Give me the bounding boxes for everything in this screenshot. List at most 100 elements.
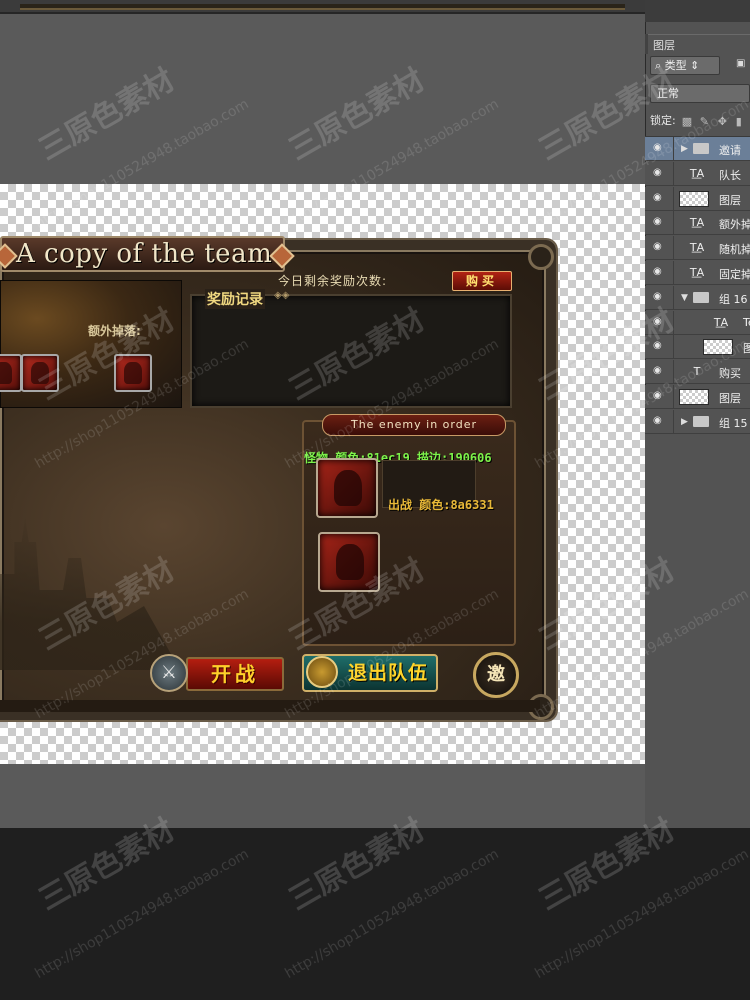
eye-icon[interactable]: ◉ [653, 415, 667, 426]
action-bar [0, 700, 540, 712]
row-divider [673, 261, 674, 285]
row-divider [673, 236, 674, 261]
layer-row[interactable]: ◉ ▶ 邀请 [645, 137, 750, 161]
layer-row[interactable]: ◉ T͟A 随机掉 [645, 236, 750, 261]
drop-item-slot[interactable] [0, 354, 22, 392]
chevron-right-icon[interactable]: ▶ [681, 417, 688, 427]
drop-item-slot[interactable] [114, 354, 152, 392]
title-banner: A copy of the team [0, 236, 285, 272]
row-divider [673, 211, 674, 236]
lock-label: 锁定: [650, 114, 676, 127]
layers-empty-area [645, 434, 750, 828]
layer-row[interactable]: ◉ T͟A 额外掉 [645, 211, 750, 236]
row-divider [673, 409, 674, 434]
enemy-slot[interactable] [316, 458, 378, 518]
layer-type-filter[interactable]: ⌕ 类型 ⇕ [650, 56, 720, 75]
folder-icon [693, 143, 709, 154]
eye-icon[interactable]: ◉ [653, 217, 667, 227]
layer-name: 队长 [719, 168, 741, 182]
layer-thumbnail [679, 389, 709, 405]
warped-text-icon: T͟A [689, 166, 705, 180]
row-divider [673, 285, 674, 310]
page-title: A copy of the team [16, 239, 273, 269]
eye-icon[interactable]: ◉ [653, 341, 667, 351]
castle-silhouette [0, 518, 180, 670]
lock-brush-icon[interactable]: ✎ [700, 115, 712, 128]
layer-name: 购买 [719, 367, 741, 381]
row-divider [673, 137, 674, 161]
layer-row[interactable]: ◉ ▶ 组 15 [645, 409, 750, 434]
lock-row: 锁定: ▩ ✎ ✥ ▮ [650, 112, 750, 130]
layer-name: 组 15 [719, 416, 748, 430]
layer-thumbnail [703, 339, 733, 356]
layer-row[interactable]: ◉ 图 [645, 335, 750, 360]
layer-row[interactable]: ◉ T 购买 [645, 360, 750, 385]
sword-icon[interactable]: ⚔ [150, 654, 188, 692]
folder-icon [693, 291, 709, 303]
layer-row[interactable]: ◉ 图层 [645, 186, 750, 211]
eye-icon[interactable]: ◉ [653, 366, 667, 376]
eye-icon[interactable]: ◉ [653, 167, 667, 178]
invite-button[interactable]: 邀 [473, 652, 519, 698]
layer-name: 邀请 [719, 144, 741, 157]
tab-layers-label: 图层 [653, 39, 675, 52]
eye-icon[interactable]: ◉ [653, 391, 667, 401]
enemy-slot[interactable] [318, 532, 380, 592]
layer-thumbnail [679, 190, 709, 207]
layer-name: 额外掉 [719, 218, 750, 232]
layer-name: 固定掉 [719, 268, 750, 281]
buy-button[interactable]: 购买 [452, 271, 512, 291]
fight-button[interactable]: 开战 [186, 657, 284, 691]
ornament-icon: ◈◈ [274, 290, 290, 301]
warped-text-icon: T͟A [713, 315, 729, 329]
layer-name: Te [743, 315, 750, 329]
layer-row[interactable]: ◉ ▼ 组 16 [645, 285, 750, 310]
extra-drop-label: 额外掉落: [88, 324, 141, 338]
chevron-down-icon[interactable]: ▼ [681, 293, 688, 303]
remaining-rewards-label: 今日剩余奖励次数: [278, 274, 388, 288]
frame-corner-ornament [528, 244, 554, 270]
layer-row[interactable]: ◉ T͟A Te [645, 310, 750, 335]
layer-name: 图层 [719, 392, 741, 405]
row-divider [673, 335, 674, 360]
layer-name: 图 [743, 342, 750, 356]
eye-icon[interactable]: ◉ [653, 316, 667, 327]
warped-text-icon: T͟A [689, 241, 705, 255]
layer-name: 组 16 [719, 292, 748, 306]
reward-record-label: 奖励记录 [205, 289, 265, 309]
warped-text-icon: T͟A [689, 266, 705, 279]
lock-move-icon[interactable]: ✥ [718, 115, 730, 128]
bottom-area [0, 828, 750, 1000]
app-root: A copy of the team 额外掉落: 今日剩余奖励次数: 购买 奖励… [0, 0, 750, 1000]
reward-record-box [190, 294, 512, 408]
chevron-right-icon[interactable]: ▶ [681, 144, 688, 154]
eye-icon[interactable]: ◉ [653, 242, 667, 252]
row-divider [673, 161, 674, 186]
layer-name: 图层 [719, 193, 741, 207]
row-divider [673, 186, 674, 211]
battle-color-note: 出战 颜色:8a6331 [388, 498, 494, 512]
eye-icon[interactable]: ◉ [653, 291, 667, 302]
image-filter-icon[interactable]: ▣ [736, 58, 750, 72]
layer-row[interactable]: ◉ T͟A 队长 [645, 161, 750, 186]
eye-icon[interactable]: ◉ [653, 267, 667, 277]
row-divider [673, 360, 674, 385]
warped-text-icon: T͟A [689, 216, 705, 230]
coin-icon [306, 656, 338, 688]
layer-row[interactable]: ◉ 图层 [645, 385, 750, 409]
lock-transparent-icon[interactable]: ▩ [682, 115, 694, 128]
document-top-strip [0, 0, 645, 14]
panel-header-strip [645, 0, 750, 22]
blend-mode-select[interactable]: 正常 [650, 84, 750, 103]
folder-icon [693, 415, 709, 427]
row-divider [673, 310, 674, 335]
layer-row[interactable]: ◉ T͟A 固定掉 [645, 261, 750, 285]
enemy-order-banner: The enemy in order [322, 414, 506, 436]
panel-frame-edge [20, 4, 625, 10]
layer-name: 随机掉 [719, 243, 750, 257]
drop-item-slot[interactable] [21, 354, 59, 392]
row-divider [673, 385, 674, 409]
eye-icon[interactable]: ◉ [653, 143, 667, 153]
eye-icon[interactable]: ◉ [653, 192, 667, 203]
lock-all-icon[interactable]: ▮ [736, 115, 748, 128]
